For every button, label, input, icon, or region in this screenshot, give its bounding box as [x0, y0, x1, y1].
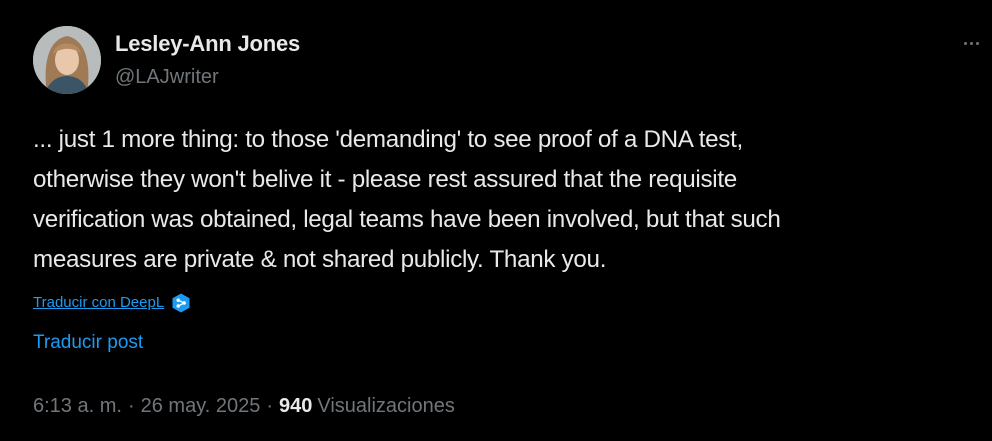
author-display-name[interactable]: Lesley-Ann Jones [115, 30, 300, 58]
more-horizontal-icon [963, 41, 967, 45]
views-count: 940 [279, 395, 313, 417]
translate-deepl-link[interactable]: Traducir con DeepL [33, 290, 192, 316]
more-horizontal-icon-dot [969, 41, 973, 45]
more-options-button[interactable] [956, 30, 986, 56]
translate-deepl-label: Traducir con DeepL [33, 294, 165, 311]
tweet-meta: 6:13 a. m. · 26 may. 2025 · 940 Visualiz… [33, 392, 455, 420]
more-horizontal-icon-dot [975, 41, 979, 45]
author-names: Lesley-Ann Jones @LAJwriter [115, 26, 300, 94]
meta-separator: · [127, 395, 135, 417]
tweet-text: ... just 1 more thing: to those 'demandi… [33, 126, 781, 273]
tweet-time[interactable]: 6:13 a. m. [33, 392, 122, 420]
tweet-date[interactable]: 26 may. 2025 [141, 392, 261, 420]
tweet-card: Lesley-Ann Jones @LAJwriter ... just 1 m… [0, 0, 992, 441]
translate-post-link[interactable]: Traducir post [33, 330, 143, 356]
author-handle[interactable]: @LAJwriter [115, 64, 300, 90]
deepl-icon [172, 293, 190, 313]
meta-separator: · [266, 395, 273, 417]
avatar[interactable] [33, 26, 101, 94]
tweet-header: Lesley-Ann Jones @LAJwriter [33, 25, 300, 95]
views-label: Visualizaciones [317, 395, 455, 417]
